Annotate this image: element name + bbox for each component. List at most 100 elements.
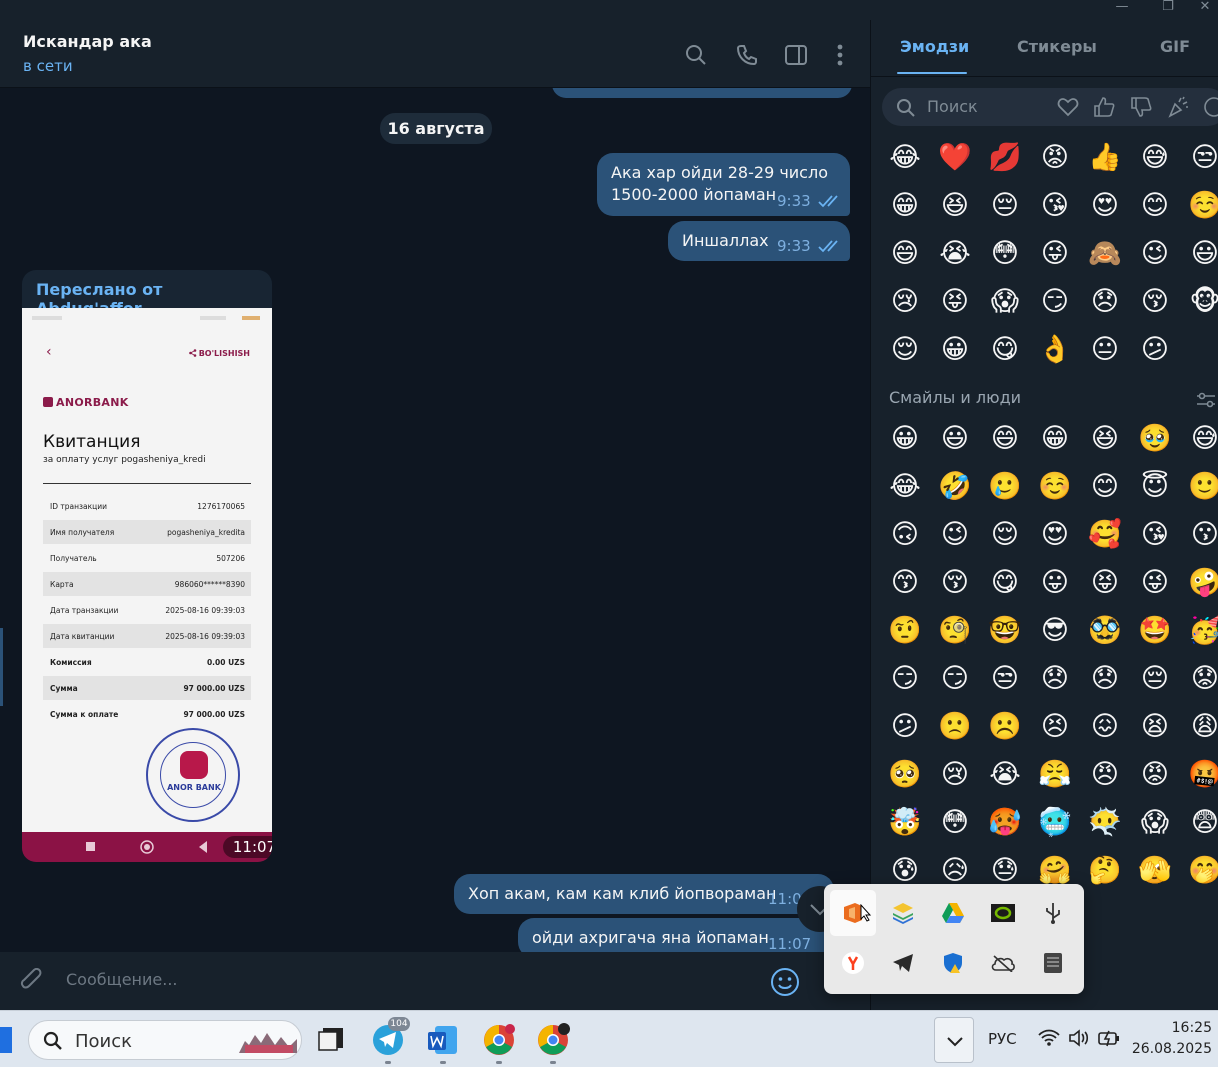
thumbs-up-icon[interactable]	[1093, 96, 1115, 118]
emoji-item[interactable]: 🥹	[1135, 419, 1175, 459]
clock-date[interactable]: 26.08.2025	[1130, 1041, 1212, 1057]
emoji-item[interactable]: 😄	[985, 419, 1025, 459]
emoji-item[interactable]: 😕	[1135, 330, 1175, 370]
emoji-item[interactable]: 😱	[1135, 803, 1175, 843]
emoji-item[interactable]: 😶‍🌫️	[1085, 803, 1125, 843]
emoji-item[interactable]: 😜	[1135, 563, 1175, 603]
clock-time[interactable]: 16:25	[1140, 1020, 1212, 1036]
chrome-profile-icon[interactable]	[533, 1020, 573, 1060]
emoji-item[interactable]: 😳	[985, 234, 1025, 274]
emoji-item[interactable]: ❤️	[935, 138, 975, 178]
emoji-item[interactable]: 👌	[1035, 330, 1075, 370]
outgoing-message[interactable]: ойди ахригача яна йопаман 11:07	[518, 918, 828, 952]
telegram-taskbar-icon[interactable]: 104	[368, 1017, 410, 1060]
emoji-item[interactable]: 💋	[985, 138, 1025, 178]
emoji-item[interactable]: 😣	[1035, 707, 1075, 747]
settings-sliders-icon[interactable]	[1196, 391, 1216, 409]
emoji-item[interactable]: 🥵	[985, 803, 1025, 843]
minimize-button[interactable]: —	[1102, 0, 1142, 16]
emoji-item[interactable]: 😔	[1135, 659, 1175, 699]
emoji-item[interactable]: 😛	[1035, 563, 1075, 603]
party-icon[interactable]	[1167, 96, 1189, 118]
emoji-item[interactable]: 😌	[885, 330, 925, 370]
emoji-item[interactable]: 😀	[885, 419, 925, 459]
task-view-icon[interactable]	[313, 1020, 353, 1060]
emoji-item[interactable]: 😆	[1085, 419, 1125, 459]
emoji-item[interactable]: 😂	[885, 467, 925, 507]
message-list[interactable]: 16 августа Ака хар ойди 28-29 число 1500…	[0, 88, 870, 952]
chrome-icon[interactable]	[479, 1020, 519, 1060]
emoji-item[interactable]: 🐵	[1185, 282, 1218, 322]
emoji-item[interactable]: 😡	[1035, 138, 1075, 178]
emoji-item[interactable]: 😀	[935, 330, 975, 370]
emoji-item[interactable]: 😜	[1035, 234, 1075, 274]
emoji-item[interactable]: 😳	[935, 803, 975, 843]
outgoing-message[interactable]: Хоп акам, кам кам клиб йопвораман 11:0	[454, 874, 834, 914]
emoji-item[interactable]: 👍	[1085, 138, 1125, 178]
emoji-search[interactable]: Поиск	[882, 88, 1218, 126]
emoji-item[interactable]: 😃	[1185, 234, 1218, 274]
emoji-item[interactable]: 😉	[935, 515, 975, 555]
emoji-item[interactable]: 🥸	[1085, 611, 1125, 651]
emoji-item[interactable]: 😢	[885, 282, 925, 322]
emoji-item[interactable]: 😅	[1135, 138, 1175, 178]
emoji-item[interactable]: 😋	[985, 563, 1025, 603]
close-button[interactable]: ✕	[1192, 0, 1218, 16]
emoji-item[interactable]: 🤪	[1185, 563, 1218, 603]
attach-icon[interactable]	[20, 968, 44, 994]
emoji-item[interactable]: 🤔	[1085, 851, 1125, 891]
emoji-item[interactable]: 😢	[935, 755, 975, 795]
emoji-item[interactable]: 😨	[1185, 803, 1218, 843]
taskbar-search-input[interactable]: Поиск	[75, 1031, 132, 1052]
emoji-item[interactable]: 🥳	[1185, 611, 1218, 651]
emoji-item[interactable]: 😍	[1035, 515, 1075, 555]
emoji-item[interactable]: 😞	[1085, 659, 1125, 699]
emoji-item[interactable]: 😞	[1035, 659, 1075, 699]
emoji-item[interactable]: 😠	[1085, 755, 1125, 795]
thumbs-down-icon[interactable]	[1130, 96, 1152, 118]
emoji-item[interactable]: 🤩	[1135, 611, 1175, 651]
outgoing-message[interactable]: Иншаллах 9:33	[668, 221, 850, 261]
emoji-item[interactable]: 😫	[1135, 707, 1175, 747]
word-icon[interactable]	[423, 1020, 463, 1060]
emoji-item[interactable]: 🥺	[885, 755, 925, 795]
emoji-item[interactable]: 😤	[1035, 755, 1075, 795]
taskbar-search[interactable]: Поиск	[28, 1020, 302, 1060]
emoji-item[interactable]: 😃	[935, 419, 975, 459]
emoji-item[interactable]: 😄	[885, 234, 925, 274]
show-hidden-icons-button[interactable]	[934, 1017, 974, 1063]
emoji-item[interactable]: 🥰	[1085, 515, 1125, 555]
emoji-item[interactable]: 🤓	[985, 611, 1025, 651]
layers-icon[interactable]	[880, 890, 926, 936]
emoji-item[interactable]: 😊	[1135, 186, 1175, 226]
receipt-image[interactable]: ‹ BO'LISHISH ANORBANK Квитанция за оплат…	[22, 308, 272, 832]
emoji-item[interactable]: 😉	[1135, 234, 1175, 274]
emoji-item[interactable]: 🤭	[1185, 851, 1218, 891]
usb-icon[interactable]	[1030, 890, 1076, 936]
emoji-item[interactable]: 😖	[1085, 707, 1125, 747]
emoji-item[interactable]: ☺️	[1185, 186, 1218, 226]
emoji-item[interactable]: 😌	[985, 515, 1025, 555]
emoji-item[interactable]: 🥶	[1035, 803, 1075, 843]
emoji-item[interactable]: 😔	[985, 186, 1025, 226]
emoji-item[interactable]: 😍	[1085, 186, 1125, 226]
emoji-item[interactable]: 🫣	[1135, 851, 1175, 891]
battery-charging-icon[interactable]	[1097, 1029, 1121, 1047]
emoji-item[interactable]: 😒	[985, 659, 1025, 699]
google-drive-icon[interactable]	[930, 890, 976, 936]
emoji-item[interactable]: 😟	[1185, 659, 1218, 699]
emoji-item[interactable]: 🤣	[935, 467, 975, 507]
emoji-item[interactable]: 😗	[1185, 515, 1218, 555]
yandex-icon[interactable]	[830, 940, 876, 986]
emoji-item[interactable]: 😭	[985, 755, 1025, 795]
tab-gif[interactable]: GIF	[1160, 37, 1190, 56]
emoji-item[interactable]: 😂	[885, 138, 925, 178]
maximize-button[interactable]: ❐	[1148, 0, 1188, 16]
emoji-icon[interactable]	[770, 967, 800, 997]
emoji-item[interactable]: 😞	[1085, 282, 1125, 322]
emoji-item[interactable]: 😙	[885, 563, 925, 603]
emoji-item[interactable]: 😝	[935, 282, 975, 322]
emoji-item[interactable]: 🙈	[1085, 234, 1125, 274]
emoji-item[interactable]: 😋	[985, 330, 1025, 370]
onedrive-icon[interactable]	[980, 940, 1026, 986]
